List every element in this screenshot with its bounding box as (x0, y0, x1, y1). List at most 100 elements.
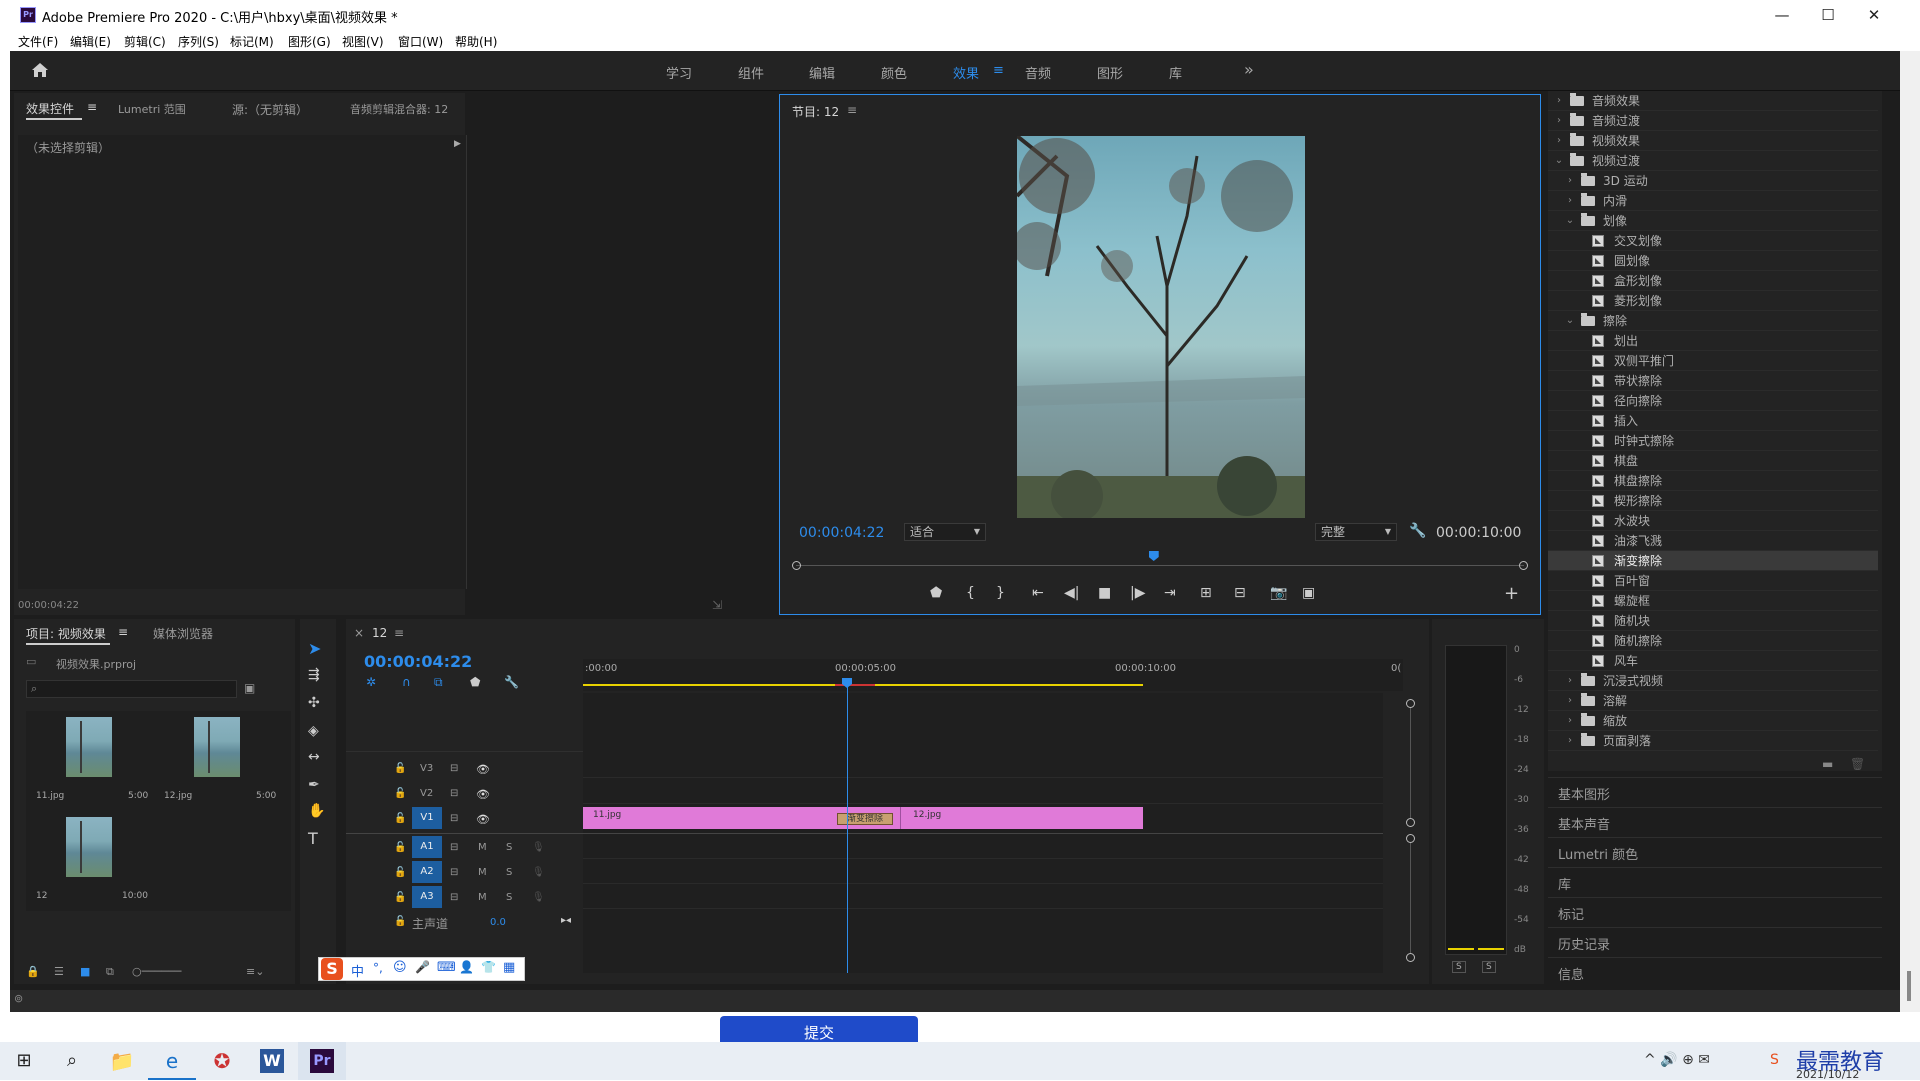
microphone-icon[interactable]: 🎙 (532, 867, 545, 878)
tray-icons[interactable]: ^ 🔊 ⊕ ✉ (1644, 1052, 1710, 1068)
workspace-effects[interactable]: 效果 (953, 63, 979, 82)
step-forward-button[interactable]: |▶ (1130, 585, 1145, 601)
sogou-tray-icon[interactable]: S (1770, 1052, 1779, 1068)
more-workspaces-button[interactable]: » (1244, 60, 1254, 79)
section-history[interactable]: 历史记录 (1548, 927, 1882, 957)
effects-tree-item[interactable]: › 内滑 (1548, 191, 1878, 211)
workspace-libraries[interactable]: 库 (1169, 63, 1182, 82)
project-menu-icon[interactable]: ≡ (118, 625, 128, 639)
lock-icon[interactable]: 🔓 (394, 867, 406, 878)
lift-button[interactable]: ⊞ (1200, 585, 1212, 601)
effects-tree-item[interactable]: 菱形划像 (1548, 291, 1878, 311)
track-a2-label[interactable]: A2 (412, 861, 442, 883)
menu-clip[interactable]: 剪辑(C) (124, 33, 166, 50)
chevron-right-icon[interactable]: › (1565, 731, 1575, 751)
track-a1-label[interactable]: A1 (412, 836, 442, 858)
add-button-plus-icon[interactable]: + (1504, 583, 1519, 604)
master-go-to-icon[interactable]: ▸◂ (561, 915, 571, 926)
chevron-right-icon[interactable]: › (1554, 111, 1564, 131)
hand-tool-icon[interactable]: ✋ (308, 803, 325, 819)
ime-user-icon[interactable]: 👤 (459, 960, 474, 974)
effects-tree-item[interactable]: 划出 (1548, 331, 1878, 351)
icon-view-icon[interactable]: ■ (80, 965, 90, 978)
app-icon[interactable]: ✪ (198, 1042, 246, 1080)
project-item-sequence-12[interactable]: 12 10:00 (26, 811, 150, 907)
menu-help[interactable]: 帮助(H) (455, 33, 497, 50)
workspace-menu-icon[interactable]: ≡ (993, 63, 1004, 78)
snap-icon[interactable]: ∩ (402, 675, 411, 689)
effects-tree-item[interactable]: ⌄ 擦除 (1548, 311, 1878, 331)
linked-selection-icon[interactable]: ⧉ (434, 675, 443, 690)
tab-lumetri-scopes[interactable]: Lumetri 范围 (118, 101, 186, 117)
workspace-color[interactable]: 颜色 (881, 63, 907, 82)
ripple-edit-tool-icon[interactable]: ✣ (308, 695, 320, 711)
meter-solo-left[interactable]: S (1452, 961, 1466, 973)
eye-icon[interactable]: 👁 (476, 813, 490, 826)
effects-tree-item[interactable]: 时钟式擦除 (1548, 431, 1878, 451)
workspace-assembly[interactable]: 组件 (738, 63, 764, 82)
sequence-tab[interactable]: 12 (372, 626, 387, 640)
workspace-learn[interactable]: 学习 (666, 63, 692, 82)
eye-icon[interactable]: 👁 (476, 763, 490, 776)
effects-tree-item[interactable]: › 缩放 (1548, 711, 1878, 731)
timeline-settings-wrench-icon[interactable]: 🔧 (504, 675, 519, 689)
chevron-right-icon[interactable]: › (1565, 191, 1575, 211)
section-info[interactable]: 信息 (1548, 957, 1882, 987)
solo-button[interactable]: S (506, 842, 512, 853)
master-volume-value[interactable]: 0.0 (490, 917, 506, 928)
scrollbar-thumb[interactable] (1907, 971, 1911, 1001)
track-a3-label[interactable]: A3 (412, 886, 442, 908)
sync-lock-icon[interactable]: ⊟ (450, 813, 458, 824)
freeform-view-icon[interactable]: ⧉ (106, 965, 114, 979)
camera-icon[interactable]: 📷 (1270, 585, 1287, 601)
home-icon[interactable] (30, 61, 50, 79)
sort-icon[interactable]: ≡⌄ (246, 965, 264, 978)
section-libraries[interactable]: 库 (1548, 867, 1882, 897)
sync-lock-icon[interactable]: ⊟ (450, 788, 458, 799)
mute-button[interactable]: M (478, 892, 487, 903)
effects-tree-item[interactable]: 插入 (1548, 411, 1878, 431)
track-v1-label[interactable]: V1 (412, 807, 442, 829)
new-folder-icon[interactable]: ▣ (244, 681, 255, 695)
tab-effect-controls[interactable]: 效果控件 (26, 100, 74, 117)
menu-window[interactable]: 窗口(W) (398, 33, 443, 50)
workspace-editing[interactable]: 编辑 (809, 63, 835, 82)
mute-button[interactable]: M (478, 867, 487, 878)
chevron-right-icon[interactable]: › (1565, 691, 1575, 711)
effects-tree-item[interactable]: 随机擦除 (1548, 631, 1878, 651)
mark-in-button[interactable]: { (966, 585, 975, 601)
timeline-menu-icon[interactable]: ≡ (394, 626, 404, 640)
ime-emoji-icon[interactable]: ☺ (393, 960, 407, 975)
sogou-logo-icon[interactable]: S (321, 958, 343, 980)
play-arrow-icon[interactable]: ▶ (454, 139, 461, 149)
effects-tree-item[interactable]: › 视频效果 (1548, 131, 1878, 151)
tab-audio-clip-mixer[interactable]: 音频剪辑混合器: 12 (350, 101, 448, 117)
meter-solo-right[interactable]: S (1482, 961, 1496, 973)
track-select-tool-icon[interactable]: ⇶ (308, 667, 320, 683)
microphone-icon[interactable]: 🎙 (532, 892, 545, 903)
filter-icon[interactable]: ⇲ (712, 598, 722, 612)
go-to-out-button[interactable]: ⇥ (1164, 585, 1176, 601)
program-playhead[interactable] (1148, 551, 1159, 561)
effects-tree-item[interactable]: › 页面剥落 (1548, 731, 1878, 751)
premiere-taskbar-icon[interactable]: Pr (298, 1042, 346, 1080)
ime-keyboard-icon[interactable]: ⌨ (437, 960, 456, 975)
eye-icon[interactable]: 👁 (476, 788, 490, 801)
step-back-button[interactable]: ◀| (1064, 585, 1079, 601)
effects-tree-item[interactable]: 油漆飞溅 (1548, 531, 1878, 551)
lock-icon[interactable]: 🔓 (394, 916, 406, 927)
fit-dropdown[interactable]: 适合 ▼ (904, 523, 986, 541)
mute-button[interactable]: M (478, 842, 487, 853)
delete-icon[interactable]: 🗑 (1850, 757, 1865, 771)
effects-tree-item[interactable]: › 音频过渡 (1548, 111, 1878, 131)
close-sequence-icon[interactable]: × (354, 626, 364, 640)
effects-tree-item[interactable]: 盒形划像 (1548, 271, 1878, 291)
effects-tree-item[interactable]: › 沉浸式视频 (1548, 671, 1878, 691)
window-scrollbar[interactable] (1900, 51, 1920, 1012)
lock-icon[interactable]: 🔓 (394, 842, 406, 853)
solo-button[interactable]: S (506, 892, 512, 903)
mark-out-button[interactable]: } (996, 585, 1005, 601)
clip-12jpg[interactable]: 12.jpg (900, 807, 1143, 829)
workspace-audio[interactable]: 音频 (1025, 63, 1051, 82)
minimize-button[interactable]: — (1762, 4, 1802, 26)
